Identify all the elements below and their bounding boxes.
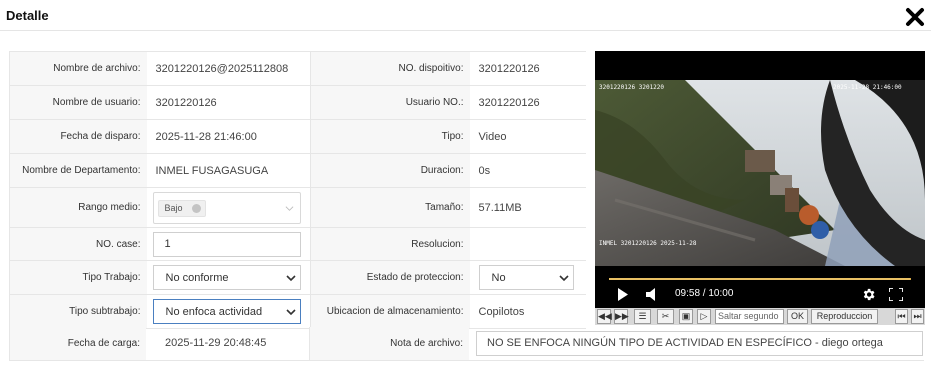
device-no-value: 3201220126 [469,51,586,86]
protection-select-value: No [491,272,506,284]
resolution-label: Resolucion: [310,227,470,261]
department-label: Nombre de Departamento: [9,153,147,188]
file-name-value: 3201220126@2025112808 [146,51,311,86]
range-select[interactable]: Bajo [152,191,301,224]
protection-label: Estado de proteccion: [310,260,470,295]
form-row: Nombre de Departamento: INMEL FUSAGASUGA… [9,153,586,188]
note-label: Nota de archivo: [310,327,469,360]
type-label: Tipo: [310,119,470,154]
duration-label: Duracion: [310,153,470,188]
range-cell: Bajo [146,187,311,228]
user-name-value: 3201220126 [146,85,311,120]
form-row: Tipo subtrabajo: No enfoca actividad Ubi… [9,294,586,329]
first-frame-icon[interactable]: ⏮ [895,309,908,324]
chevron-down-icon [285,275,296,282]
form-row: Rango medio: Bajo Tamaño: 57.11MB [9,187,586,228]
work-type-select-value: No conforme [165,272,229,284]
range-label: Rango medio: [9,187,147,228]
tag-remove-icon[interactable] [191,203,201,213]
play-icon[interactable] [617,288,629,306]
sub-work-type-label: Tipo subtrabajo: [9,294,147,329]
user-no-value: 3201220126 [469,85,586,120]
form-row: Nombre de archivo: 3201220126@2025112808… [9,51,586,86]
range-tag: Bajo [157,199,206,217]
work-type-cell: No conforme [146,260,311,295]
progress-bar[interactable] [609,278,911,280]
form-row: Fecha de disparo: 2025-11-28 21:46:00 Ti… [9,119,586,154]
protection-select[interactable]: No [478,265,574,290]
fullscreen-icon[interactable] [888,287,904,306]
sub-work-type-select-value: No enfoca actividad [165,306,263,318]
storage-value: Copilotos [469,294,586,329]
protection-cell: No [469,260,586,295]
last-frame-icon[interactable]: ⏭ [911,309,924,324]
osd-top-left: 3201220126 3201220 [599,84,665,91]
user-name-label: Nombre de usuario: [9,85,147,120]
chevron-down-icon [558,275,569,282]
form-row: NO. case: Resolucion: [9,227,586,261]
upload-date-value: 2025-11-29 20:48:45 [146,327,310,360]
ok-button[interactable]: OK [787,309,808,324]
video-player[interactable]: 3201220126 3201220 2025-11-28 21:46:00 I… [595,51,925,325]
resolution-value [469,227,586,261]
sub-work-type-select[interactable]: No enfoca actividad [152,299,301,324]
file-name-label: Nombre de archivo: [9,51,147,86]
volume-icon[interactable] [646,288,657,306]
department-value: INMEL FUSAGASUGA [146,153,311,188]
upload-date-label: Fecha de carga: [9,327,146,360]
fast-forward-icon[interactable]: ▶▶ [614,309,629,324]
note-input[interactable]: NO SE ENFOCA NINGÚN TIPO DE ACTIVIDAD EN… [476,331,923,356]
case-no-input[interactable] [152,231,301,257]
scissors-icon[interactable]: ✂ [657,309,674,324]
trigger-date-label: Fecha de disparo: [9,119,147,154]
form-row: Tipo Trabajo: No conforme Estado de prot… [9,260,586,295]
osd-top-right: 2025-11-28 21:46:00 [833,84,902,91]
dialog-header: Detalle [0,0,931,31]
user-no-label: Usuario NO.: [310,85,470,120]
frame-step-icon[interactable]: ▷ [697,309,711,324]
range-tag-text: Bajo [164,202,183,213]
playback-button[interactable]: Reproduccion [811,309,878,324]
time-display: 09:58 / 10:00 [675,288,734,299]
duration-value: 0s [469,153,586,188]
note-cell: NO SE ENFOCA NINGÚN TIPO DE ACTIVIDAD EN… [476,331,923,356]
dialog-title: Detalle [6,8,49,23]
case-no-label: NO. case: [9,227,147,261]
gear-icon[interactable] [861,287,876,307]
video-scene-image [595,80,925,266]
skip-seconds-input[interactable]: Saltar segundo [715,309,784,324]
size-label: Tamaño: [310,187,470,228]
player-toolbar: ◀◀ ▶▶ ☰ ✂ ▣ ▷ Saltar segundo OK Reproduc… [595,308,925,325]
snapshot-icon[interactable]: ▣ [679,309,693,324]
list-icon[interactable]: ☰ [634,309,651,324]
form-row: Nombre de usuario: 3201220126 Usuario NO… [9,85,586,120]
type-value: Video [469,119,586,154]
sub-work-type-cell: No enfoca actividad [146,294,311,329]
progress-fill [609,278,911,280]
rewind-icon[interactable]: ◀◀ [597,309,612,324]
chevron-down-icon [285,309,296,316]
osd-bottom-left: INMEL 3201220126 2025-11-28 [599,240,697,247]
device-no-label: NO. dispoitivo: [310,51,470,86]
work-type-select[interactable]: No conforme [152,265,301,290]
trigger-date-value: 2025-11-28 21:46:00 [146,119,311,154]
size-value: 57.11MB [469,187,586,228]
storage-label: Ubicacion de almacenamiento: [310,294,470,329]
video-frame[interactable]: 3201220126 3201220 2025-11-28 21:46:00 I… [595,80,925,266]
close-icon[interactable] [904,6,926,28]
form-row-last: Fecha de carga: 2025-11-29 20:48:45 Nota… [9,327,924,361]
work-type-label: Tipo Trabajo: [9,260,147,295]
chevron-down-icon [285,205,293,211]
detail-form: Nombre de archivo: 3201220126@2025112808… [9,51,586,329]
case-no-cell [146,227,311,261]
